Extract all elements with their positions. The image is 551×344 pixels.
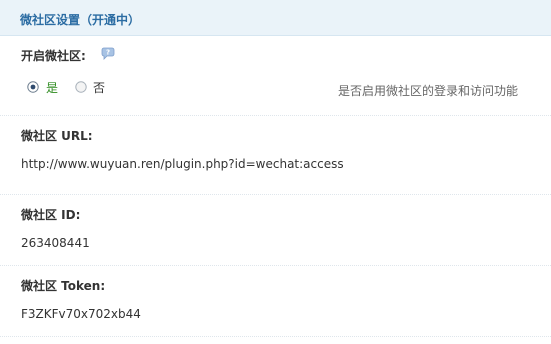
section-title: 微社区设置（开通中）: [20, 13, 141, 27]
svg-text:?: ?: [106, 49, 110, 57]
url-value: http://www.wuyuan.ren/plugin.php?id=wech…: [21, 157, 344, 171]
divider: [0, 265, 551, 266]
radio-yes-label[interactable]: 是: [46, 79, 58, 96]
id-label: 微社区 ID:: [21, 208, 81, 222]
token-label: 微社区 Token:: [21, 279, 106, 293]
enable-label: 开启微社区:: [21, 49, 86, 63]
radio-no-label[interactable]: 否: [93, 79, 105, 96]
speech-bubble-question-icon[interactable]: ?: [101, 47, 115, 60]
radio-no[interactable]: [75, 81, 87, 93]
enable-hint: 是否启用微社区的登录和访问功能: [338, 84, 519, 98]
token-value: F3ZKFv70x702xb44: [21, 307, 141, 321]
divider: [0, 194, 551, 195]
id-value: 263408441: [21, 236, 90, 250]
radio-yes[interactable]: [27, 81, 39, 93]
url-label: 微社区 URL:: [21, 129, 93, 143]
divider: [0, 336, 551, 337]
section-header: 微社区设置（开通中）: [0, 0, 551, 36]
divider: [0, 115, 551, 116]
